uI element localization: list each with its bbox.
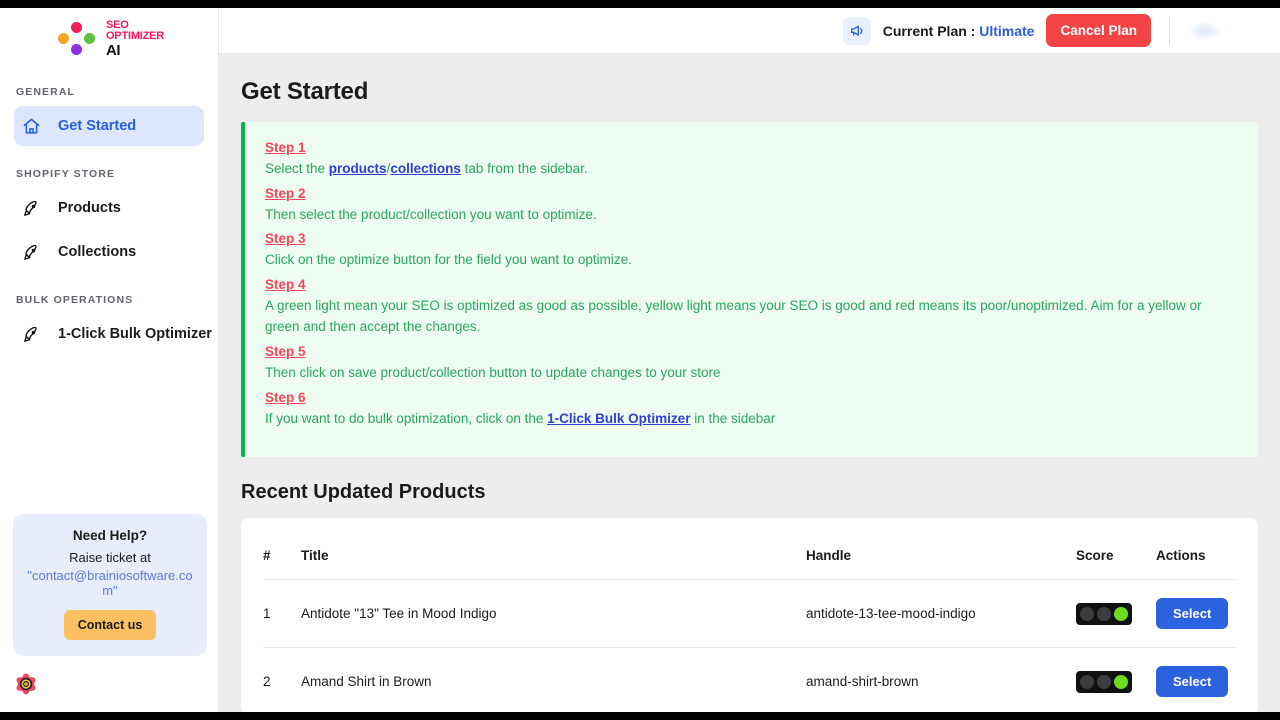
rocket-icon [20, 197, 42, 219]
step-1-prefix: Select the [265, 161, 329, 176]
sidebar-item-label-bulk-optimizer: 1-Click Bulk Optimizer [58, 326, 212, 342]
contact-us-button[interactable]: Contact us [63, 610, 157, 640]
traffic-green-lamp [1113, 606, 1128, 621]
plan-group: Current Plan : Ultimate Cancel Plan [842, 14, 1151, 47]
products-link[interactable]: products [329, 161, 387, 176]
step-heading-4: Step 4 [265, 276, 306, 292]
traffic-light-icon [1076, 670, 1132, 693]
recent-products-table: # Title Handle Score Actions 1 Antidote … [263, 518, 1236, 712]
step-body-3: Click on the optimize button for the fie… [265, 252, 632, 268]
need-help-email: "contact@brainiosoftware.com" [27, 568, 193, 598]
recent-products-table-card: # Title Handle Score Actions 1 Antidote … [241, 518, 1258, 712]
home-icon [20, 115, 42, 137]
row-score [1076, 579, 1156, 649]
recent-products-title: Recent Updated Products [241, 481, 486, 504]
row-num: 1 [263, 579, 301, 649]
row-title: Amand Shirt in Brown [301, 674, 432, 690]
need-help-subtitle: Raise ticket at [69, 550, 151, 565]
column-header-num: # [263, 518, 301, 581]
row-actions: Select [1156, 648, 1236, 712]
sidebar: SEO OPTIMIZER AI GENERAL Get Started SHO… [0, 8, 219, 712]
plan-value: Ultimate [979, 22, 1035, 39]
avatar-placeholder[interactable] [1188, 20, 1222, 41]
react-flower-icon[interactable] [10, 668, 42, 700]
select-button[interactable]: Select [1156, 598, 1229, 630]
plan-prefix: Current Plan : [882, 22, 980, 39]
traffic-red-lamp [1080, 674, 1095, 689]
column-header-actions: Actions [1156, 518, 1236, 581]
step-body-2: Then select the product/collection you w… [265, 206, 597, 222]
sidebar-item-products[interactable]: Products [14, 188, 204, 228]
sidebar-section-bulk-operations: BULK OPERATIONS [16, 294, 134, 306]
table-row: 2 Amand Shirt in Brown amand-shirt-brown [263, 648, 1236, 712]
step-body-4: A green light mean your SEO is optimized… [265, 297, 1202, 335]
cancel-plan-button[interactable]: Cancel Plan [1046, 14, 1151, 47]
rocket-icon [20, 323, 42, 345]
table-row: 1 Antidote "13" Tee in Mood Indigo antid… [263, 579, 1236, 649]
row-score [1076, 648, 1156, 712]
need-help-card: Need Help? Raise ticket at "contact@brai… [13, 514, 207, 656]
row-title: Antidote "13" Tee in Mood Indigo [301, 579, 806, 649]
sidebar-item-get-started[interactable]: Get Started [14, 106, 204, 146]
step-1-suffix: tab from the sidebar. [460, 161, 588, 176]
sidebar-item-collections[interactable]: Collections [14, 232, 204, 272]
column-header-title: Title [301, 518, 806, 581]
step-6-suffix: in the sidebar [690, 410, 776, 426]
sidebar-item-label-collections: Collections [58, 244, 137, 260]
row-num: 2 [263, 674, 271, 690]
app-root: SEO OPTIMIZER AI GENERAL Get Started SHO… [0, 0, 1280, 720]
megaphone-icon[interactable] [842, 16, 871, 45]
step-heading-2: Step 2 [265, 185, 306, 201]
select-button[interactable]: Select [1156, 666, 1229, 698]
step-body-5: Then click on save product/collection bu… [265, 364, 721, 380]
app-viewport: SEO OPTIMIZER AI GENERAL Get Started SHO… [0, 8, 1280, 712]
traffic-green-lamp [1113, 674, 1128, 689]
step-heading-3: Step 3 [265, 231, 306, 247]
column-header-handle: Handle [806, 518, 1076, 581]
traffic-yellow-lamp [1096, 606, 1111, 621]
traffic-light-icon [1076, 602, 1132, 625]
current-plan-label: Current Plan : Ultimate [883, 23, 1035, 39]
bulk-optimizer-link[interactable]: 1-Click Bulk Optimizer [547, 411, 690, 426]
app-topbar: Current Plan : Ultimate Cancel Plan [219, 8, 1280, 54]
logo-text-optimizer: OPTIMIZER [105, 30, 165, 42]
main-area: Current Plan : Ultimate Cancel Plan Get … [219, 8, 1280, 712]
step-body-1: Select the products/collections tab from… [265, 158, 1236, 180]
traffic-red-lamp [1080, 606, 1095, 621]
logo-text-ai: AI [105, 42, 121, 59]
row-handle: antidote-13-tee-mood-indigo [806, 579, 1076, 649]
collections-link[interactable]: collections [390, 161, 461, 176]
get-started-steps-panel: Step 1 Select the products/collections t… [241, 122, 1258, 458]
sidebar-section-general: GENERAL [16, 86, 76, 98]
rocket-icon [20, 241, 42, 263]
app-logo[interactable]: SEO OPTIMIZER AI [0, 8, 218, 64]
step-body-6: If you want to do bulk optimization, cli… [265, 408, 1236, 430]
page-content: Get Started Step 1 Select the products/c… [219, 54, 1280, 712]
step-6-prefix: If you want to do bulk optimization, cli… [265, 410, 548, 426]
sidebar-item-label-get-started: Get Started [58, 118, 137, 134]
step-heading-1: Step 1 [265, 140, 306, 155]
logo-dots-icon [54, 19, 100, 59]
step-heading-5: Step 5 [265, 343, 306, 359]
need-help-title: Need Help? [72, 528, 148, 543]
traffic-yellow-lamp [1096, 674, 1111, 689]
row-actions: Select [1156, 579, 1236, 649]
page-title: Get Started [241, 78, 369, 105]
row-handle: amand-shirt-brown [806, 674, 919, 690]
table-header-row: # Title Handle Score Actions [263, 518, 1236, 581]
topbar-divider [1169, 16, 1170, 45]
sidebar-item-bulk-optimizer[interactable]: 1-Click Bulk Optimizer [14, 314, 212, 354]
top-black-bar [0, 0, 1280, 8]
sidebar-section-shopify-store: SHOPIFY STORE [16, 168, 116, 180]
bottom-black-bar [0, 712, 1280, 720]
sidebar-item-label-products: Products [58, 200, 121, 216]
step-heading-6: Step 6 [265, 389, 306, 405]
column-header-score: Score [1076, 518, 1156, 581]
